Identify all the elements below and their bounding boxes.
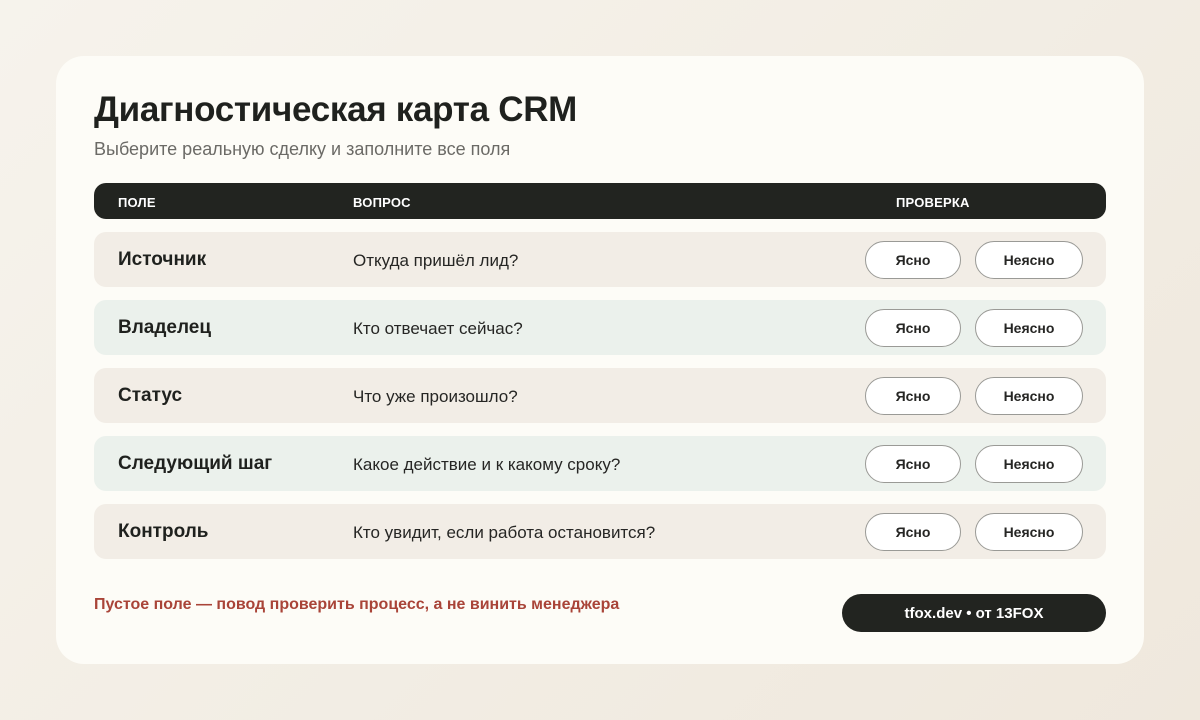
row-field-label: Статус [118,385,183,406]
clear-button[interactable]: Ясно [865,377,961,415]
row-field-label: Владелец [118,317,212,338]
unclear-button[interactable]: Неясно [975,309,1083,347]
unclear-button[interactable]: Неясно [975,241,1083,279]
column-header-check: ПРОВЕРКА [896,195,970,210]
column-header-question: ВОПРОС [353,195,411,210]
footer-note: Пустое поле — повод проверить процесс, а… [94,596,620,613]
unclear-button[interactable]: Неясно [975,513,1083,551]
unclear-button[interactable]: Неясно [975,377,1083,415]
row-question: Откуда пришёл лид? [353,251,519,270]
row-question: Кто увидит, если работа остановится? [353,523,656,542]
row-field-label: Следующий шаг [118,453,273,474]
row-field-label: Контроль [118,521,209,542]
column-header-field: ПОЛЕ [118,195,156,210]
clear-button[interactable]: Ясно [865,445,961,483]
page-subtitle: Выберите реальную сделку и заполните все… [94,139,511,159]
unclear-button[interactable]: Неясно [975,445,1083,483]
row-field-label: Источник [118,249,207,270]
table-row: Следующий шаг Какое действие и к какому … [94,436,1106,491]
table-row: Статус Что уже произошло? Ясно Неясно [94,368,1106,423]
table-row: Контроль Кто увидит, если работа останов… [94,504,1106,559]
table-body: Источник Откуда пришёл лид? Ясно Неясно … [94,232,1106,572]
page-title: Диагностическая карта CRM [94,90,578,129]
clear-button[interactable]: Ясно [865,309,961,347]
row-question: Что уже произошло? [353,387,518,406]
clear-button[interactable]: Ясно [865,241,961,279]
clear-button[interactable]: Ясно [865,513,961,551]
table-header: ПОЛЕ ВОПРОС ПРОВЕРКА [94,183,1106,219]
table-row: Владелец Кто отвечает сейчас? Ясно Неясн… [94,300,1106,355]
row-question: Кто отвечает сейчас? [353,319,523,338]
table-row: Источник Откуда пришёл лид? Ясно Неясно [94,232,1106,287]
row-question: Какое действие и к какому сроку? [353,455,621,474]
diagnostic-card: Диагностическая карта CRM Выберите реаль… [56,56,1144,664]
brand-badge: tfox.dev • от 13FOX [842,594,1106,632]
